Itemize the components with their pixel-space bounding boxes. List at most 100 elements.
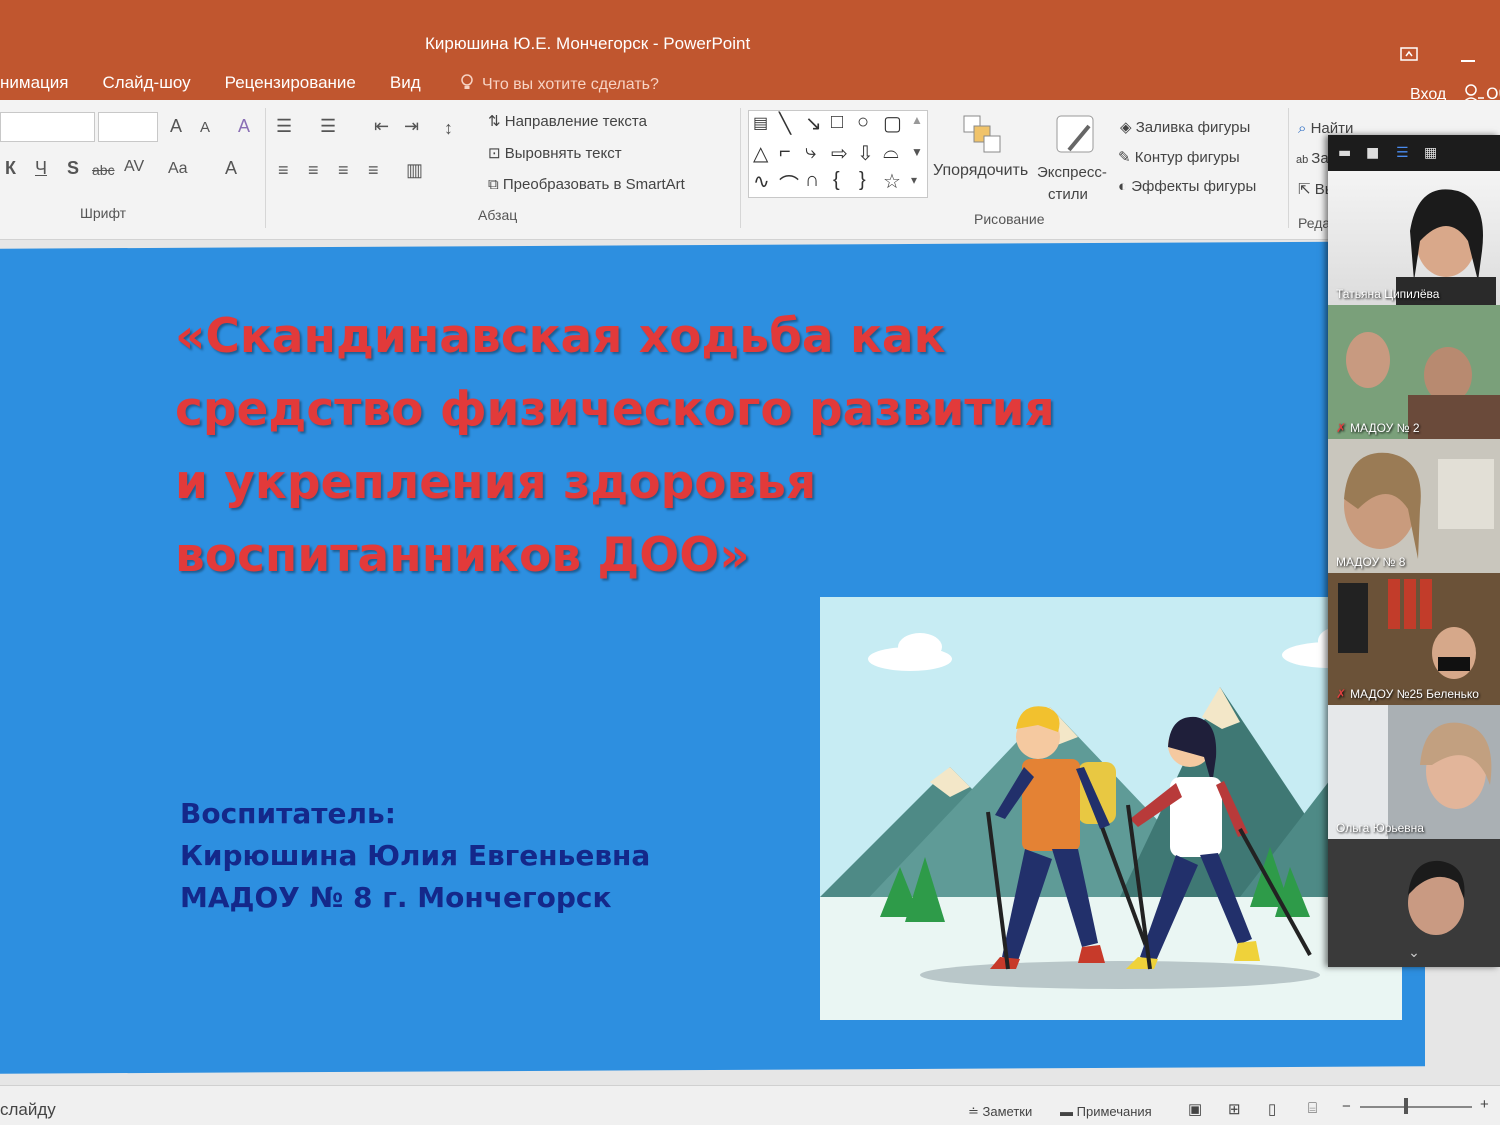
columns-icon[interactable]: ▥ xyxy=(406,160,423,181)
gallery-up-icon[interactable]: ▲ xyxy=(911,113,923,127)
align-text-icon: ⊡ xyxy=(488,145,505,162)
nordic-walking-illustration[interactable] xyxy=(820,597,1402,1020)
zoom-in-icon[interactable]: + xyxy=(1480,1096,1489,1113)
mic-muted-icon: ✗ xyxy=(1336,687,1347,701)
font-color-button[interactable]: A xyxy=(225,158,237,179)
participant-video xyxy=(1328,705,1500,839)
line-spacing-icon[interactable]: ↕ xyxy=(444,118,453,139)
participant-tile[interactable]: ✗ МАДОУ № 2 xyxy=(1328,305,1500,439)
triangle-shape-icon[interactable]: △ xyxy=(753,141,768,166)
gallery-more-icon[interactable]: ▾ xyxy=(911,173,917,187)
align-center-icon[interactable]: ≡ xyxy=(308,160,319,181)
shrink-font-button[interactable]: A xyxy=(200,119,210,136)
underline-button[interactable]: Ч xyxy=(35,158,47,179)
restore-icon[interactable] xyxy=(1400,46,1418,65)
author-block[interactable]: Воспитатель: Кирюшина Юлия Евгеньевна МА… xyxy=(180,793,650,919)
arrange-icon xyxy=(962,114,1002,159)
gallery-view-icon[interactable]: ▦ xyxy=(1424,145,1437,161)
textbox-shape-icon[interactable]: ▤ xyxy=(753,113,768,133)
participant-tile[interactable]: Татьяна Ципилёва xyxy=(1328,171,1500,305)
comments-button[interactable]: ▬ Примечания xyxy=(1060,1104,1152,1119)
shapes-gallery[interactable]: ▤ ╲ ↘ □ ○ ▢ △ ⌐ ⤷ ⇨ ⇩ ⌓ ∿ ⌒ ∩ { } ☆ ▲ ▼ … xyxy=(748,110,928,198)
window-title: Кирюшина Ю.Е. Мончегорск - PowerPoint xyxy=(425,34,751,53)
quick-styles-button[interactable]: Экспресс- xyxy=(1037,164,1107,181)
chevron-down-icon[interactable]: ⌄ xyxy=(1328,945,1500,961)
gallery-down-icon[interactable]: ▼ xyxy=(911,145,923,159)
right-brace-icon[interactable]: } xyxy=(859,169,866,192)
arc-shape-icon[interactable]: ⌒ xyxy=(779,169,799,198)
elbow-arrow-icon[interactable]: ⤷ xyxy=(805,141,816,164)
cursor-icon: ⇱ xyxy=(1298,181,1315,198)
justify-icon[interactable]: ≡ xyxy=(368,160,379,181)
elbow-connector-icon[interactable]: ⌐ xyxy=(779,141,791,164)
tab-slideshow[interactable]: Слайд-шоу xyxy=(102,73,190,93)
down-arrow-shape-icon[interactable]: ⇩ xyxy=(857,141,874,166)
rectangle-shape-icon[interactable]: □ xyxy=(831,111,843,134)
scribble-shape-icon[interactable]: ∿ xyxy=(753,169,770,194)
arrange-button[interactable]: Упорядочить xyxy=(933,162,1028,180)
slide-indicator: слайду xyxy=(0,1100,56,1119)
bullets-icon[interactable]: ☰ xyxy=(276,116,292,137)
minimize-icon[interactable]: ▬ xyxy=(1338,145,1351,161)
video-panel-toolbar: ▬ ■ ☰ ▦ xyxy=(1328,135,1500,171)
author-name: Кирюшина Юлия Евгеньевна xyxy=(180,839,651,872)
increase-indent-icon[interactable]: ⇥ xyxy=(404,116,419,137)
oval-shape-icon[interactable]: ○ xyxy=(857,111,869,134)
participant-name: Ольга Юрьевна xyxy=(1336,821,1424,835)
effects-icon: ◐ xyxy=(1118,178,1132,195)
shape-outline-button[interactable]: ✎ Контур фигуры xyxy=(1118,148,1240,166)
participant-tile[interactable]: МАДОУ № 8 xyxy=(1328,439,1500,573)
line-shape-icon[interactable]: ╲ xyxy=(779,111,791,136)
pencil-icon: ✎ xyxy=(1118,149,1135,166)
text-direction-icon: ⇅ xyxy=(488,113,505,130)
shape-fill-button[interactable]: ◈ Заливка фигуры xyxy=(1120,118,1250,136)
participant-name: ✗ МАДОУ №25 Беленько xyxy=(1336,687,1479,701)
zoom-out-icon[interactable]: − xyxy=(1342,1098,1351,1115)
arrow-line-shape-icon[interactable]: ↘ xyxy=(805,111,822,136)
comment-icon: ▬ xyxy=(1060,1104,1077,1119)
zoom-slider[interactable] xyxy=(1360,1106,1472,1108)
font-size-combo[interactable] xyxy=(98,112,158,142)
tell-me-box[interactable]: Что вы хотите сделать? xyxy=(460,73,659,96)
bold-button[interactable]: К xyxy=(5,158,16,179)
spacing-button[interactable]: AV xyxy=(124,158,144,176)
decrease-indent-icon[interactable]: ⇤ xyxy=(374,116,389,137)
participant-tile[interactable]: ✗ МАДОУ №25 Беленько xyxy=(1328,573,1500,705)
participant-video xyxy=(1328,439,1500,573)
strikethrough-button[interactable]: abc xyxy=(92,162,115,178)
clear-format-icon[interactable]: A xyxy=(238,116,250,137)
normal-view-icon[interactable]: ▣ xyxy=(1188,1100,1202,1118)
participant-tile[interactable]: Ольга Юрьевна xyxy=(1328,705,1500,839)
participant-video xyxy=(1328,573,1500,705)
slide-title[interactable]: «Скандинавская ходьба как средство физич… xyxy=(175,300,1075,592)
shape-effects-button[interactable]: ◐ Эффекты фигуры xyxy=(1118,178,1256,195)
tab-animation[interactable]: нимация xyxy=(0,73,68,93)
minimize-icon[interactable] xyxy=(1460,48,1476,67)
notes-button[interactable]: ≐ Заметки xyxy=(968,1104,1032,1120)
zoom-slider-thumb[interactable] xyxy=(1404,1098,1408,1114)
rounded-rect-shape-icon[interactable]: ▢ xyxy=(883,111,902,136)
star-shape-icon[interactable]: ☆ xyxy=(883,169,901,194)
grow-font-button[interactable]: A xyxy=(170,116,182,137)
align-right-icon[interactable]: ≡ xyxy=(338,160,349,181)
left-brace-icon[interactable]: { xyxy=(833,169,840,192)
align-left-icon[interactable]: ≡ xyxy=(278,160,289,181)
reading-view-icon[interactable]: ▯ xyxy=(1268,1100,1276,1118)
align-text-button[interactable]: ⊡ Выровнять текст xyxy=(488,144,622,162)
lightbulb-icon xyxy=(460,73,474,96)
freeform-shape-icon[interactable]: ⌓ xyxy=(883,141,899,164)
shadow-button[interactable]: S xyxy=(67,158,79,179)
curve-shape-icon[interactable]: ∩ xyxy=(805,169,819,192)
text-direction-button[interactable]: ⇅ Направление текста xyxy=(488,112,647,130)
speaker-view-icon[interactable]: ☰ xyxy=(1396,145,1409,161)
tab-view[interactable]: Вид xyxy=(390,73,421,93)
tab-review[interactable]: Рецензирование xyxy=(225,73,356,93)
right-arrow-shape-icon[interactable]: ⇨ xyxy=(831,141,848,166)
thumbnail-icon[interactable]: ■ xyxy=(1366,145,1379,161)
smartart-button[interactable]: ⧉ Преобразовать в SmartArt xyxy=(488,176,685,193)
change-case-button[interactable]: Aa xyxy=(168,160,188,178)
numbering-icon[interactable]: ☰ xyxy=(320,116,336,137)
slideshow-icon[interactable]: ⌸ xyxy=(1308,1100,1317,1117)
font-name-combo[interactable] xyxy=(0,112,95,142)
slide-sorter-icon[interactable]: ⊞ xyxy=(1228,1100,1241,1118)
